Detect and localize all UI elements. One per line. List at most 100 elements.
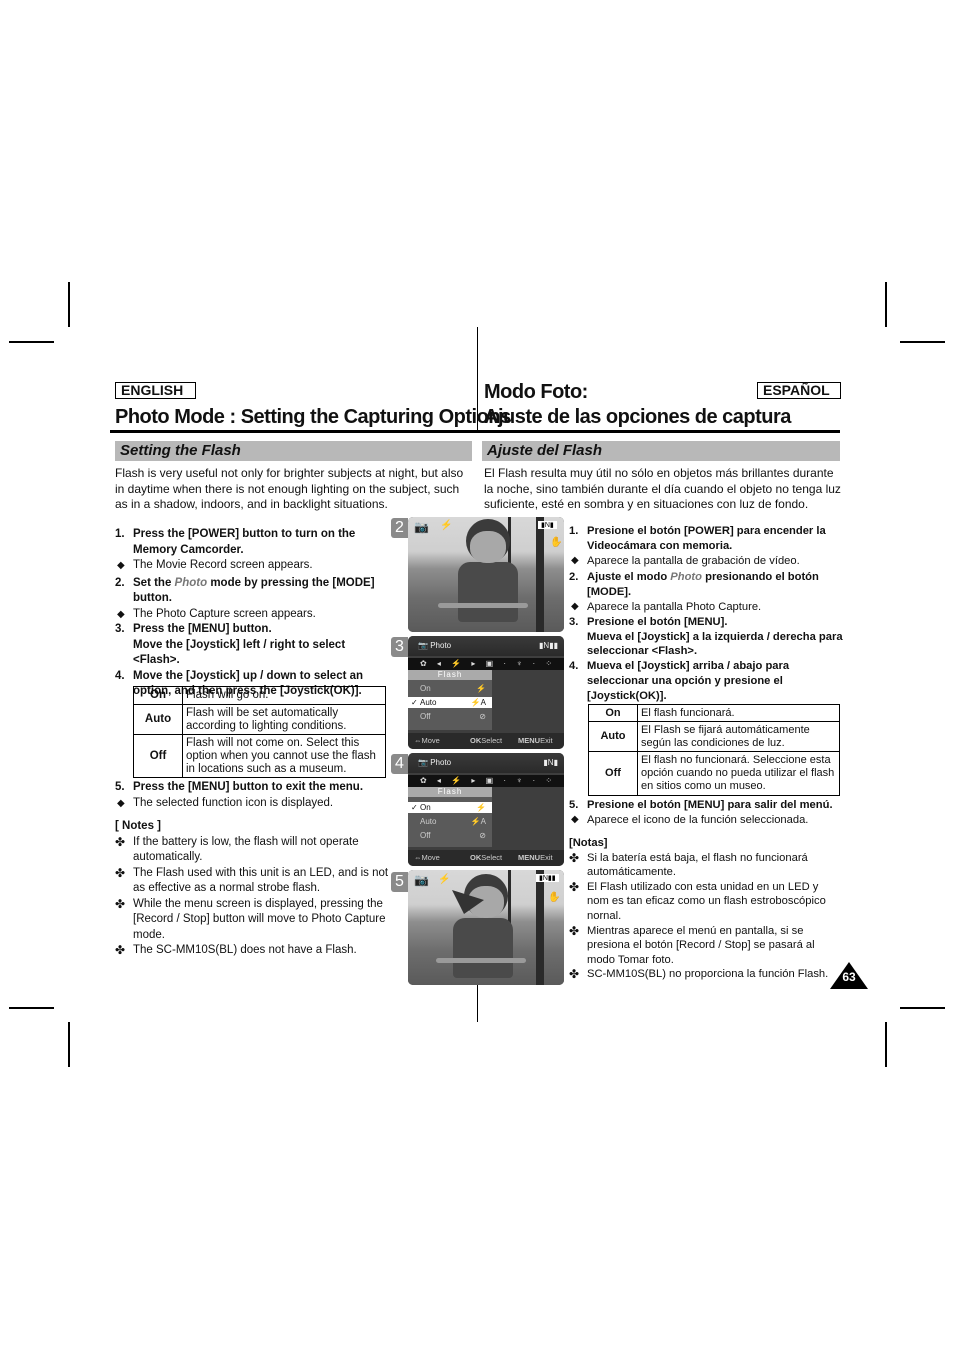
page-title-english: Photo Mode : Setting the Capturing Optio… xyxy=(115,406,511,428)
note-bullet-icon: ✤ xyxy=(115,896,126,911)
flash-options-table-english: On Flash will go on. Auto Flash will be se… xyxy=(133,686,386,778)
note-item: ✤ SC-MM10S(BL) no proporciona la función … xyxy=(569,967,829,982)
camera-mode-icon: 📷 xyxy=(418,641,428,650)
menu-header: 📷 Photo ▮N▮▮ xyxy=(408,636,564,656)
menu-title: Flash xyxy=(408,787,492,797)
diamond-bullet-icon: ◆ xyxy=(117,797,125,809)
flash-auto-icon: ⚡A xyxy=(470,817,486,826)
note-item: ✤ If the battery is low, the flash will n… xyxy=(115,834,359,864)
menu-option-on[interactable]: ✓ On ⚡ xyxy=(408,802,492,813)
step-5-result: ◆ The selected function icon is displayed… xyxy=(115,796,390,812)
move-hint: ⇔ Move xyxy=(414,853,440,862)
steps-english: 1. Press the [POWER] button to turn on th… xyxy=(115,527,390,700)
crop-mark xyxy=(9,341,54,343)
note-bullet-icon: ✤ xyxy=(115,943,126,957)
camera-preview-image xyxy=(408,517,564,632)
crop-mark xyxy=(9,1007,54,1009)
step-3: 3. Presione el botón [MENU]. Mueva el [Joy… xyxy=(569,615,843,658)
note-item: ✤ The Flash used with this unit is an LED… xyxy=(115,865,389,895)
page-title-spanish-line2: Ajuste de las opciones de captura xyxy=(484,406,791,428)
menu-option-off[interactable]: Off ⊘ xyxy=(408,711,492,722)
step-2: 2. Ajuste el modo Photo presionando el bo… xyxy=(569,571,819,599)
flash-auto-icon: ⚡ xyxy=(440,520,453,531)
menu-option-off[interactable]: Off ⊘ xyxy=(408,830,492,841)
section-heading-english: Setting the Flash xyxy=(115,441,472,461)
note-item: ✤ The SC-MM10S(BL) does not have a Flash. xyxy=(115,943,357,957)
crop-mark xyxy=(900,1007,945,1009)
note-bullet-icon: ✤ xyxy=(115,865,126,880)
note-item: ✤ While the menu screen is displayed, pre… xyxy=(115,896,386,941)
step-5: 5. Press the [MENU] button to exit the me… xyxy=(115,781,364,793)
step-5-spanish: 5. Presione el botón [MENU] para salir de… xyxy=(569,798,849,828)
crop-mark xyxy=(68,1022,70,1067)
step-2-result: ◆ Aparece la pantalla Photo Capture. xyxy=(571,600,762,613)
menu-header: 📷 Photo ▮N▮ xyxy=(408,753,564,773)
step-1-result: ◆ Aparece la pantalla de grabación de víd… xyxy=(571,554,800,567)
table-row: Off El flash no funcionará. Seleccione es… xyxy=(588,751,840,796)
table-row: Auto Flash will be set automatically acco… xyxy=(133,704,386,735)
check-icon: ✓ xyxy=(411,803,418,812)
page-title-spanish-line1: Modo Foto: xyxy=(484,381,588,403)
camera-mode-icon: 📷 xyxy=(414,873,429,887)
step-3: 3. Press the [MENU] button. Move the [Joys… xyxy=(115,623,346,666)
menu-icon-row: ✿ ◂ ⚡ ▸ ▣ · ♆ · ⁘ · ✺ xyxy=(408,775,564,797)
menu-footer: ⇔ Move OK Select MENU Exit xyxy=(408,850,564,866)
title-rule-english xyxy=(110,430,477,433)
menu-title: Flash xyxy=(408,670,492,680)
step-5: 5. Presione el botón [MENU] para salir de… xyxy=(569,799,833,811)
flash-on-icon: ⚡ xyxy=(476,684,486,693)
intro-paragraph-spanish: El Flash resulta muy útil no sólo en obj… xyxy=(484,466,841,511)
step-1-result: ◆ The Movie Record screen appears. xyxy=(115,558,390,574)
diamond-bullet-icon: ◆ xyxy=(571,813,579,825)
note-item: ✤ Si la batería está baja, el flash no fu… xyxy=(569,850,808,879)
flash-off-icon: ⊘ xyxy=(479,831,486,840)
battery-icon: ▮N▮▮ xyxy=(539,641,558,650)
note-bullet-icon: ✤ xyxy=(569,923,580,938)
select-hint: OK Select xyxy=(470,853,503,862)
diamond-bullet-icon: ◆ xyxy=(117,608,125,620)
battery-icon: ▮N▮ xyxy=(538,521,557,529)
screen-flash-menu-on: 📷 Photo▮N▮ ✿ ◂ ⚡ ▸ ▣ · ♆ · ⁘ · ✺ Flash ✓… xyxy=(408,753,564,866)
flash-on-icon: ⚡ xyxy=(438,874,451,885)
screen-photo-capture-flash-on: 📷 ⚡ ▮N▮▮ ✋ xyxy=(408,870,564,985)
menu-option-auto[interactable]: ✓ Auto ⚡A xyxy=(408,697,492,708)
screen-step-number: 5 xyxy=(391,872,408,892)
table-row: On El flash funcionará. xyxy=(588,704,840,722)
battery-icon: ▮N▮▮ xyxy=(536,874,559,882)
camera-preview-image xyxy=(408,870,564,985)
crop-mark xyxy=(885,1022,887,1067)
exit-hint: MENU Exit xyxy=(518,736,553,745)
crop-mark xyxy=(68,282,70,327)
step-2-result: ◆ The Photo Capture screen appears. xyxy=(115,607,390,623)
notes-heading: [Notas] xyxy=(569,837,608,849)
flash-on-icon: ⚡ xyxy=(476,803,486,812)
language-badge-english: ENGLISH xyxy=(115,382,196,399)
step-5-english: 5. Press the [MENU] button to exit the me… xyxy=(115,780,390,811)
diamond-bullet-icon: ◆ xyxy=(571,554,579,566)
screen-step-number: 2 xyxy=(391,518,408,538)
table-row: Off Flash will not come on. Select this o… xyxy=(133,734,386,778)
note-bullet-icon: ✤ xyxy=(569,850,580,865)
screen-step-number: 4 xyxy=(391,754,408,774)
move-hint: ⇔ Move xyxy=(414,736,440,745)
note-item: ✤ Mientras aparece el menú en pantalla, s… xyxy=(569,923,815,966)
notes-english: [ Notes ] ✤ If the battery is low, the fl… xyxy=(115,819,390,959)
menu-footer: ⇔ Move OK Select MENU Exit xyxy=(408,733,564,749)
flash-auto-icon: ⚡A xyxy=(470,698,486,707)
stabilizer-icon: ✋ xyxy=(548,892,561,903)
notes-spanish: [Notas] ✤ Si la batería está baja, el fla… xyxy=(569,836,834,982)
center-divider-bottom xyxy=(477,985,478,1022)
battery-icon: ▮N▮ xyxy=(543,758,558,767)
diamond-bullet-icon: ◆ xyxy=(117,560,125,571)
title-rule-spanish xyxy=(477,430,840,433)
language-badge-spanish: ESPAÑOL xyxy=(757,382,841,399)
note-item: ✤ El Flash utilizado con esta unidad en u… xyxy=(569,879,826,922)
table-row: Auto El Flash se fijará automáticamente s… xyxy=(588,721,840,752)
page-number: 63 xyxy=(842,970,856,984)
step-4: 4. Mueva el [Joystick] arriba / abajo par… xyxy=(569,660,790,702)
menu-option-on[interactable]: On ⚡ xyxy=(408,683,492,694)
stabilizer-icon: ✋ xyxy=(550,537,563,548)
menu-option-auto[interactable]: Auto ⚡A xyxy=(408,816,492,827)
section-heading-spanish: Ajuste del Flash xyxy=(482,441,840,461)
screen-photo-capture: 📷 ⚡ ▮N▮ ✋ xyxy=(408,517,564,632)
